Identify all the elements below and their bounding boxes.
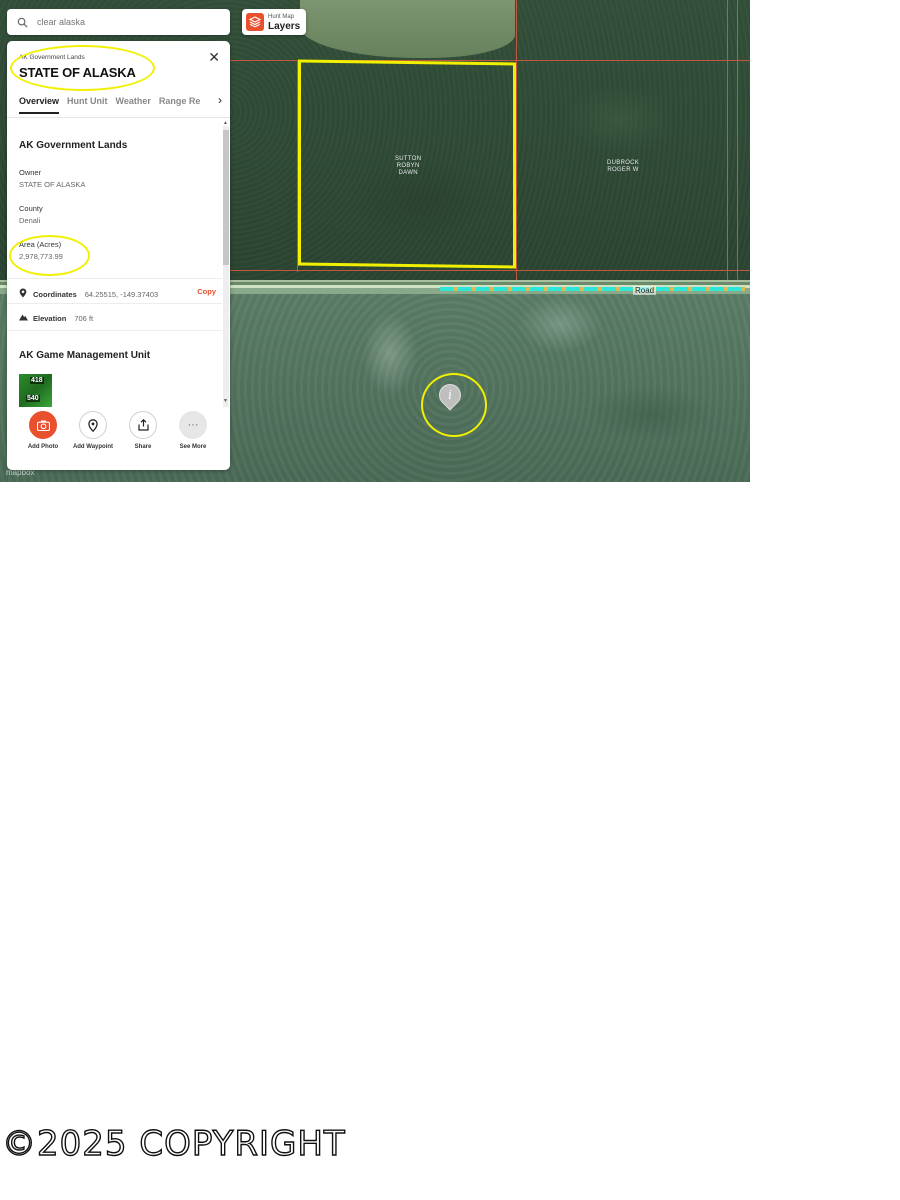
scroll-up-icon[interactable]: ▲ (223, 120, 228, 126)
coordinates-row: Coordinates 64.25515, -149.37403 (19, 288, 158, 300)
copyright-watermark: ©2025 COPYRIGHT (1, 1123, 346, 1164)
section-heading: AK Government Lands (19, 140, 128, 151)
elevation-value: 706 ft (74, 313, 94, 323)
add-waypoint-button[interactable]: Add Waypoint (68, 411, 118, 450)
gmu-number: 418 (30, 377, 44, 384)
coordinates-label: Coordinates (33, 289, 77, 299)
owner-label: Owner (19, 168, 42, 177)
gmu-number: 540 (26, 395, 40, 402)
parcel-owner-label: SUTTON ROBYN DAWN (395, 156, 422, 176)
more-icon: ··· (179, 411, 207, 439)
divider (7, 303, 222, 304)
chevron-right-icon[interactable]: › (218, 93, 222, 107)
tab-range[interactable]: Range Re (159, 96, 201, 114)
elevation-row: Elevation 706 ft (19, 313, 93, 323)
trail-line (440, 287, 745, 291)
action-label: Add Waypoint (72, 444, 114, 450)
parcel-boundary (727, 0, 728, 280)
see-more-button[interactable]: ··· See More (168, 411, 218, 450)
scrollbar[interactable] (223, 126, 229, 407)
section-heading: AK Game Management Unit (19, 350, 151, 361)
action-label: See More (179, 444, 207, 450)
search-input[interactable] (35, 16, 219, 28)
gmu-map-thumbnail[interactable]: 418 540 (19, 374, 52, 407)
divider (7, 278, 222, 279)
location-pin-icon (19, 288, 29, 300)
county-label: County (19, 204, 43, 213)
parcel-owner-label: DUBROCK ROGER W (607, 160, 640, 173)
details-panel: AK Government Lands STATE OF ALASKA ✕ Ov… (7, 41, 230, 470)
parcel-boundary (516, 0, 517, 280)
owner-value: STATE OF ALASKA (19, 180, 86, 189)
layers-label: Layers (268, 21, 301, 32)
scrollbar-thumb[interactable] (223, 130, 229, 265)
tab-overview[interactable]: Overview (19, 96, 60, 114)
close-icon[interactable]: ✕ (208, 49, 220, 66)
divider (7, 330, 222, 331)
action-label: Share (134, 444, 152, 450)
pin-icon (79, 411, 107, 439)
share-icon (129, 411, 157, 439)
panel-scroll-area[interactable]: AK Government Lands Owner STATE OF ALASK… (7, 118, 230, 407)
share-button[interactable]: Share (118, 411, 168, 450)
camera-icon (29, 411, 57, 439)
action-bar: Add Photo Add Waypoint Share ··· See Mor… (7, 411, 230, 467)
tab-hunt-unit[interactable]: Hunt Unit (67, 96, 108, 114)
title-annotation-circle (10, 45, 155, 91)
action-label: Add Photo (27, 444, 59, 450)
layers-icon (246, 13, 264, 31)
layers-button[interactable]: Hunt Map Layers (242, 9, 306, 35)
county-value: Denali (19, 216, 41, 225)
copy-coordinates-button[interactable]: Copy (197, 287, 216, 296)
add-photo-button[interactable]: Add Photo (18, 411, 68, 450)
search-bar[interactable] (7, 9, 230, 35)
scroll-down-icon[interactable]: ▼ (223, 398, 228, 404)
elevation-label: Elevation (33, 313, 67, 323)
search-icon (15, 15, 29, 29)
panel-tabs: Overview Hunt Unit Weather Range Re (19, 96, 200, 114)
tab-weather[interactable]: Weather (116, 96, 151, 114)
area-annotation-circle (9, 235, 90, 276)
parcel-boundary (230, 270, 750, 271)
parcel-boundary (737, 0, 738, 280)
road-label: Road (633, 286, 657, 295)
coordinates-value: 64.25515, -149.37403 (84, 289, 159, 299)
mountain-icon (19, 313, 29, 323)
